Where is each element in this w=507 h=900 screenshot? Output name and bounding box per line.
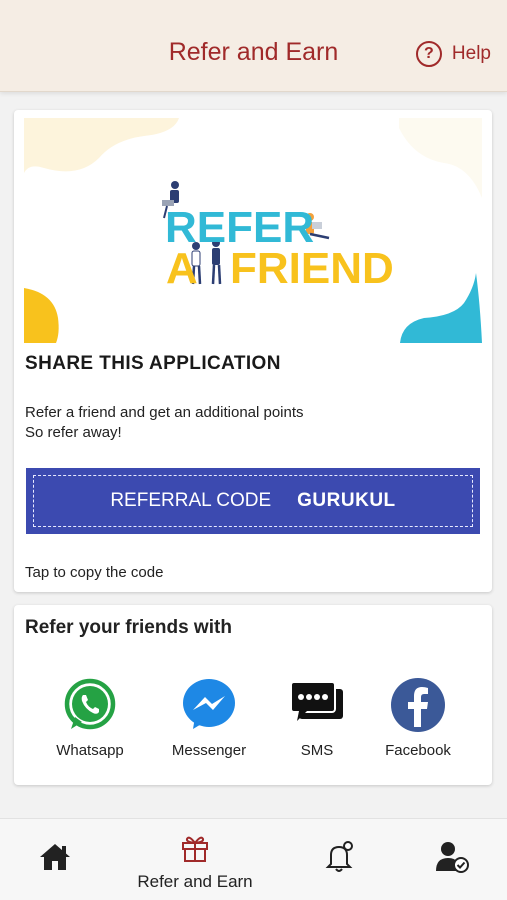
share-label: SMS [300, 742, 334, 759]
user-check-icon [436, 842, 469, 873]
facebook-icon [390, 677, 446, 733]
desc-line-2: So refer away! [25, 424, 122, 441]
refer-with-title: Refer your friends with [25, 617, 232, 638]
referral-code-label: REFERRAL CODE [110, 490, 272, 511]
referral-code-box[interactable]: REFERRAL CODE GURUKUL [26, 468, 480, 534]
sms-icon [289, 677, 345, 733]
home-icon [40, 844, 70, 870]
share-messenger-button[interactable]: Messenger [154, 677, 264, 759]
banner-a-text: A [166, 244, 198, 293]
nav-home[interactable] [30, 819, 80, 900]
nav-profile[interactable] [432, 819, 472, 900]
referral-code-value: GURUKUL [297, 490, 396, 511]
share-label: Messenger [171, 742, 247, 759]
nav-refer-label: Refer and Earn [137, 872, 253, 891]
refer-with-card: Refer your friends with Whatsapp Messeng… [14, 605, 492, 785]
messenger-icon [181, 677, 237, 733]
nav-refer-and-earn[interactable]: Refer and Earn [120, 819, 270, 900]
bell-icon [325, 841, 353, 872]
share-sms-button[interactable]: SMS [262, 677, 372, 759]
share-whatsapp-button[interactable]: Whatsapp [35, 677, 145, 759]
refer-friend-banner: REFER A FRIEND [24, 118, 482, 343]
gift-icon [182, 836, 208, 862]
tap-to-copy-hint: Tap to copy the code [25, 564, 164, 581]
whatsapp-icon [62, 677, 118, 733]
share-facebook-button[interactable]: Facebook [363, 677, 473, 759]
share-card: REFER A FRIEND SHARE THIS APPLICATION Re… [14, 110, 492, 592]
nav-notifications[interactable] [318, 819, 360, 900]
share-description: Refer a friend and get an additional poi… [25, 403, 304, 443]
bottom-navigation: Refer and Earn [0, 818, 507, 900]
share-label: Facebook [385, 742, 451, 759]
app-header: Refer and Earn ? Help [0, 0, 507, 92]
desc-line-1: Refer a friend and get an additional poi… [25, 404, 304, 421]
help-label: Help [451, 43, 491, 64]
question-circle-icon: ? [415, 41, 442, 67]
share-label: Whatsapp [56, 742, 124, 759]
share-title: SHARE THIS APPLICATION [25, 353, 281, 374]
refer-friend-illustration: REFER A FRIEND [24, 118, 482, 343]
help-button[interactable]: ? Help [415, 38, 491, 70]
banner-friend-text: FRIEND [230, 244, 394, 293]
